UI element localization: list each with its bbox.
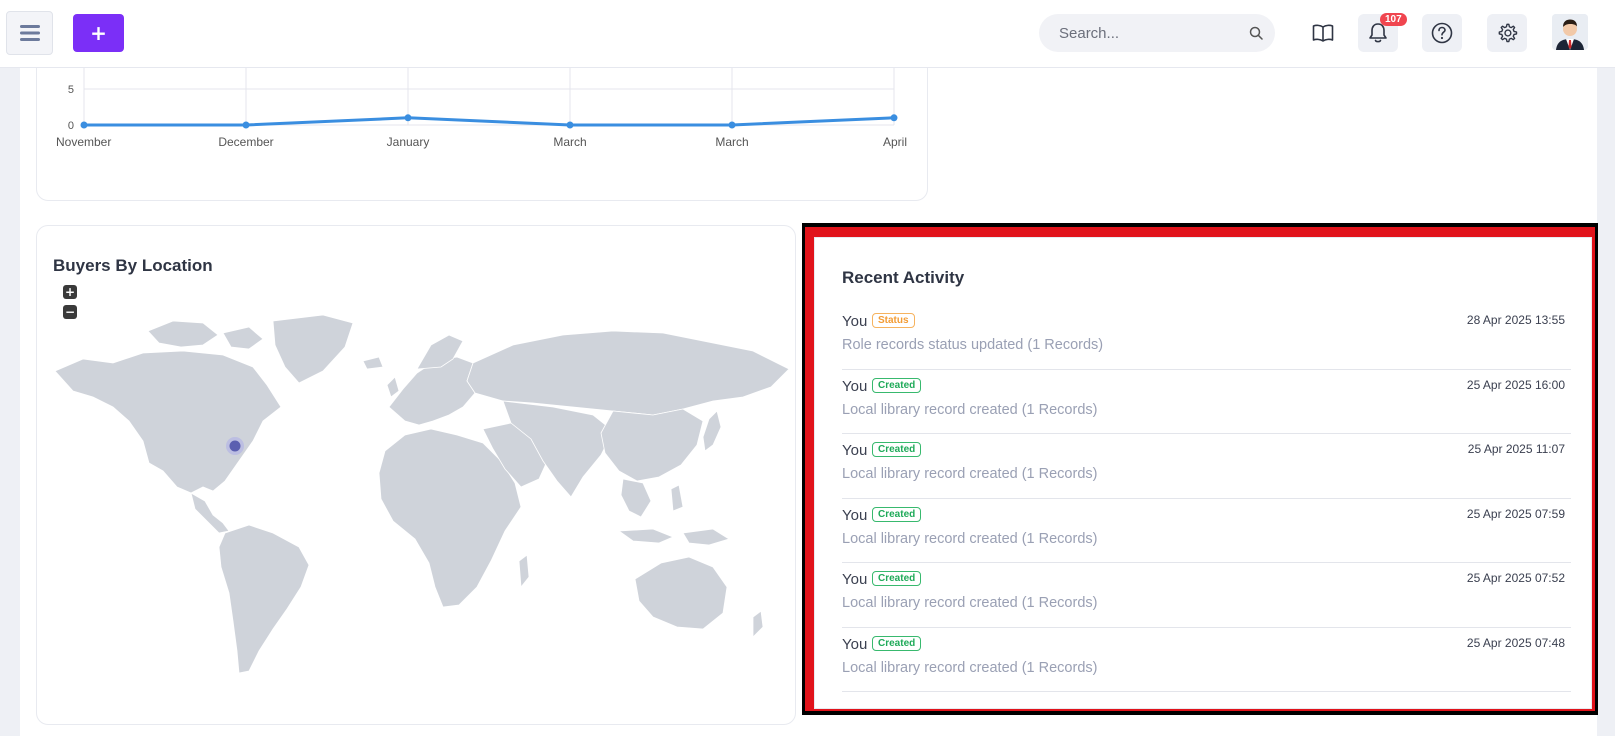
recent-activity-highlight-border: Recent Activity You Status Role records st… bbox=[805, 227, 1595, 711]
activity-item[interactable]: You Created Local library record created (… bbox=[842, 499, 1571, 563]
line-chart: 5 0 November December January March March April bbox=[56, 49, 907, 149]
region-philippines bbox=[670, 484, 684, 512]
book-icon bbox=[1312, 24, 1334, 42]
chart-data-point[interactable] bbox=[404, 114, 412, 122]
chart-data-point[interactable] bbox=[566, 121, 574, 129]
plus-icon: + bbox=[90, 21, 107, 45]
map-zoom-in-button[interactable]: + bbox=[63, 285, 77, 299]
activity-timestamp: 25 Apr 2025 07:59 bbox=[1466, 506, 1565, 521]
map-card-title: Buyers By Location bbox=[53, 256, 213, 275]
region-south-america bbox=[218, 524, 310, 674]
chart-data-point[interactable] bbox=[242, 121, 250, 129]
chart-x-tick-label: March bbox=[553, 135, 586, 149]
recent-activity-highlight-frame: Recent Activity You Status Role records st… bbox=[802, 223, 1598, 715]
activity-item[interactable]: You Created Local library record created (… bbox=[842, 434, 1571, 499]
activity-tag-badge: Created bbox=[872, 442, 922, 457]
help-icon bbox=[1431, 22, 1453, 44]
activity-description: Local library record created (1 Records) bbox=[842, 401, 1098, 418]
topbar: + 107 bbox=[0, 0, 1615, 68]
activity-tag-badge: Created bbox=[872, 571, 922, 586]
chart-y-tick-label: 5 bbox=[68, 84, 74, 96]
region-greenland bbox=[272, 314, 354, 384]
activity-timestamp: 25 Apr 2025 07:52 bbox=[1466, 571, 1565, 585]
activity-list: You Status Role records status updated (1 … bbox=[842, 305, 1571, 692]
activity-description: Role records status updated (1 Records) bbox=[842, 337, 1104, 353]
chart-data-point[interactable] bbox=[80, 121, 88, 129]
activity-description: Local library record created (1 Records) bbox=[842, 659, 1098, 676]
region-iceland bbox=[362, 356, 384, 370]
activity-actor: You bbox=[842, 313, 868, 330]
gear-icon bbox=[1498, 23, 1518, 43]
docs-button[interactable] bbox=[1303, 14, 1343, 52]
activity-card-title: Recent Activity bbox=[842, 268, 965, 287]
activity-item[interactable]: You Status Role records status updated (1 … bbox=[842, 305, 1571, 370]
activity-tag-badge: Status bbox=[872, 313, 915, 328]
chart-data-point[interactable] bbox=[728, 121, 736, 129]
region-southeast-asia bbox=[620, 478, 652, 518]
activity-timestamp: 28 Apr 2025 13:55 bbox=[1466, 313, 1565, 327]
region-arctic-islands-2 bbox=[222, 326, 264, 350]
chart-x-tick-label: March bbox=[715, 135, 748, 149]
activity-tag-badge: Created bbox=[872, 635, 922, 651]
activity-actor: You bbox=[842, 442, 868, 459]
activity-description: Local library record created (1 Records) bbox=[842, 530, 1098, 547]
region-central-america bbox=[190, 492, 230, 534]
activity-item[interactable]: You Created Local library record created (… bbox=[842, 563, 1571, 628]
activity-timestamp: 25 Apr 2025 07:48 bbox=[1466, 635, 1565, 650]
region-uk bbox=[386, 376, 400, 398]
buyers-map-card: Buyers By Location + − bbox=[36, 225, 796, 725]
chart-x-tick-label: December bbox=[218, 135, 273, 149]
chart-x-tick-label: November bbox=[56, 135, 111, 149]
region-new-guinea bbox=[682, 528, 730, 546]
notifications-button[interactable]: 107 bbox=[1358, 13, 1407, 52]
settings-button[interactable] bbox=[1487, 14, 1527, 52]
region-east-asia bbox=[600, 408, 704, 482]
user-avatar-image bbox=[1552, 14, 1588, 50]
hamburger-icon bbox=[19, 25, 40, 41]
activity-actor: You bbox=[842, 377, 868, 395]
region-australia bbox=[634, 556, 728, 630]
region-indonesia bbox=[617, 528, 675, 544]
help-button[interactable] bbox=[1422, 14, 1462, 52]
activity-tag-badge: Created bbox=[872, 377, 922, 393]
region-japan bbox=[702, 410, 722, 452]
activity-actor: You bbox=[842, 506, 868, 524]
region-madagascar bbox=[518, 554, 530, 589]
activity-timestamp: 25 Apr 2025 11:07 bbox=[1467, 442, 1565, 456]
add-button[interactable]: + bbox=[73, 14, 124, 52]
activity-tag-badge: Created bbox=[872, 506, 922, 522]
search-icon[interactable] bbox=[1249, 26, 1263, 40]
activity-description: Local library record created (1 Records) bbox=[842, 466, 1098, 482]
chart-series-line bbox=[84, 116, 895, 127]
activity-timestamp: 25 Apr 2025 16:00 bbox=[1466, 377, 1565, 392]
buyer-location-marker-dot bbox=[229, 440, 241, 452]
region-arctic-islands bbox=[147, 320, 219, 348]
chart-data-point[interactable] bbox=[890, 114, 898, 122]
chart-y-tick-label: 0 bbox=[68, 120, 74, 132]
menu-toggle-button[interactable] bbox=[6, 11, 53, 55]
region-north-america bbox=[54, 350, 282, 494]
search-box[interactable] bbox=[1039, 14, 1275, 52]
activity-actor: You bbox=[842, 635, 868, 653]
search-input[interactable] bbox=[1059, 24, 1239, 42]
sales-chart-card: 5 0 November December January March March April bbox=[36, 48, 928, 201]
chart-x-tick-label: April bbox=[883, 135, 907, 149]
notification-badge: 107 bbox=[1380, 13, 1407, 26]
activity-item[interactable]: You Created Local library record created (… bbox=[842, 628, 1571, 692]
recent-activity-card: Recent Activity You Status Role records st… bbox=[814, 237, 1592, 709]
chart-x-tick-label: January bbox=[387, 135, 430, 149]
activity-description: Local library record created (1 Records) bbox=[842, 595, 1098, 611]
user-avatar[interactable] bbox=[1552, 14, 1588, 50]
activity-actor: You bbox=[842, 571, 868, 588]
world-map[interactable] bbox=[53, 311, 793, 691]
region-new-zealand bbox=[752, 610, 764, 638]
activity-item[interactable]: You Created Local library record created (… bbox=[842, 370, 1571, 434]
